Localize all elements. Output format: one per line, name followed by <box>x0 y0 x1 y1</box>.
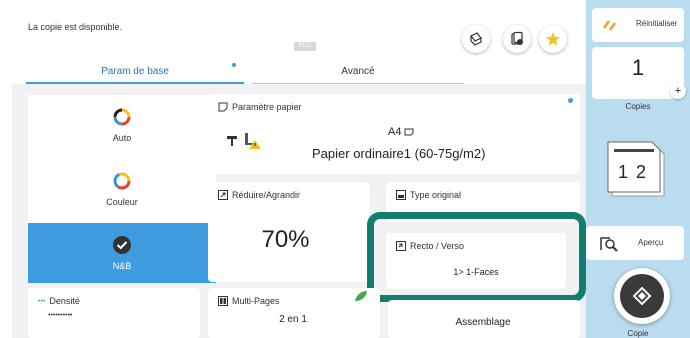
preview-icon <box>600 237 618 252</box>
density-card[interactable]: ••• Densité •••••••••• <box>28 288 200 338</box>
highlight-frame <box>367 212 586 302</box>
start-icon <box>632 286 652 306</box>
original-type-title: Type original <box>410 190 462 200</box>
density-title: Densité <box>49 296 80 306</box>
checkmark-icon <box>113 236 131 254</box>
paper-settings-card[interactable]: Paramètre papier A4 Papier ordinaire1 (6… <box>208 94 580 174</box>
status-message: La copie est disponible. <box>28 22 123 32</box>
reset-label: Réinitialiser <box>636 19 678 28</box>
tab-bar: Param de base Avancé <box>12 60 592 84</box>
color-ring-icon <box>113 172 131 190</box>
color-mode-color[interactable]: Couleur <box>28 159 216 219</box>
density-scale: •••••••••• <box>48 312 73 319</box>
collate-preview-button[interactable]: 1 2 <box>606 140 668 200</box>
start-label: Copie <box>627 329 649 338</box>
paper-settings-title: Paramètre papier <box>232 102 302 112</box>
multi-pages-value: 2 en 1 <box>279 314 307 325</box>
zoom-icon <box>218 190 228 200</box>
status-bar: La copie est disponible. ECO <box>12 0 592 60</box>
tab-advanced[interactable]: Avancé <box>252 60 464 84</box>
color-mode-panel: Auto Couleur N&B <box>28 95 216 283</box>
collate-page-1: 1 <box>618 162 629 182</box>
paper-type-value: Papier ordinaire1 (60-75g/m2) <box>312 146 486 161</box>
color-mode-color-label: Couleur <box>106 197 138 207</box>
auto-color-icon <box>113 108 131 126</box>
main-area: La copie est disponible. ECO Param de ba… <box>12 0 592 338</box>
paper-orientation-icon <box>404 128 414 136</box>
leaf-icon <box>355 291 367 301</box>
tab-indicator-dot <box>232 63 236 67</box>
multi-pages-icon <box>218 296 228 306</box>
assemble-card[interactable]: Assemblage <box>388 300 580 338</box>
preview-button[interactable]: Aperçu <box>586 226 684 260</box>
reset-button[interactable]: Réinitialiser <box>592 8 684 42</box>
reduce-enlarge-card[interactable]: Réduire/Agrandir 70% <box>208 182 392 282</box>
copies-label: Copies <box>625 102 651 111</box>
job-list-icon <box>511 31 523 45</box>
tray-icon <box>227 136 237 146</box>
original-type-icon <box>396 190 406 200</box>
document-settings-button[interactable] <box>462 25 490 53</box>
preview-label: Aperçu <box>638 238 664 247</box>
copies-field[interactable]: 1 + <box>592 47 686 99</box>
color-mode-auto-label: Auto <box>112 133 132 143</box>
assemble-label: Assemblage <box>455 317 511 328</box>
paper-size-value: A4 <box>388 126 402 138</box>
star-icon <box>546 32 560 46</box>
job-list-button[interactable] <box>503 25 531 53</box>
color-mode-auto[interactable]: Auto <box>28 95 216 155</box>
color-mode-bw-label: N&B <box>112 261 132 271</box>
document-gear-icon <box>470 32 482 46</box>
paper-icon <box>218 102 228 112</box>
favorites-button[interactable] <box>539 25 567 53</box>
multi-pages-title: Multi-Pages <box>232 296 280 306</box>
start-copy-button[interactable] <box>614 268 670 324</box>
copies-plus-button[interactable]: + <box>670 83 686 99</box>
right-panel: Réinitialiser 1 + Copies 1 2 Aperçu Copi… <box>586 0 690 338</box>
density-icon: ••• <box>38 297 46 305</box>
reset-icon <box>602 20 617 31</box>
zoom-value: 70% <box>261 226 310 253</box>
eco-badge: ECO <box>294 42 316 51</box>
color-mode-bw[interactable]: N&B <box>28 223 216 283</box>
collate-page-2: 2 <box>636 162 647 182</box>
multi-pages-card[interactable]: Multi-Pages 2 en 1 <box>208 288 380 338</box>
reduce-enlarge-title: Réduire/Agrandir <box>232 190 301 200</box>
paper-modified-dot <box>568 98 573 103</box>
warning-icon <box>245 133 261 149</box>
copies-value: 1 <box>631 55 645 80</box>
tab-basic-settings[interactable]: Param de base <box>26 60 244 84</box>
